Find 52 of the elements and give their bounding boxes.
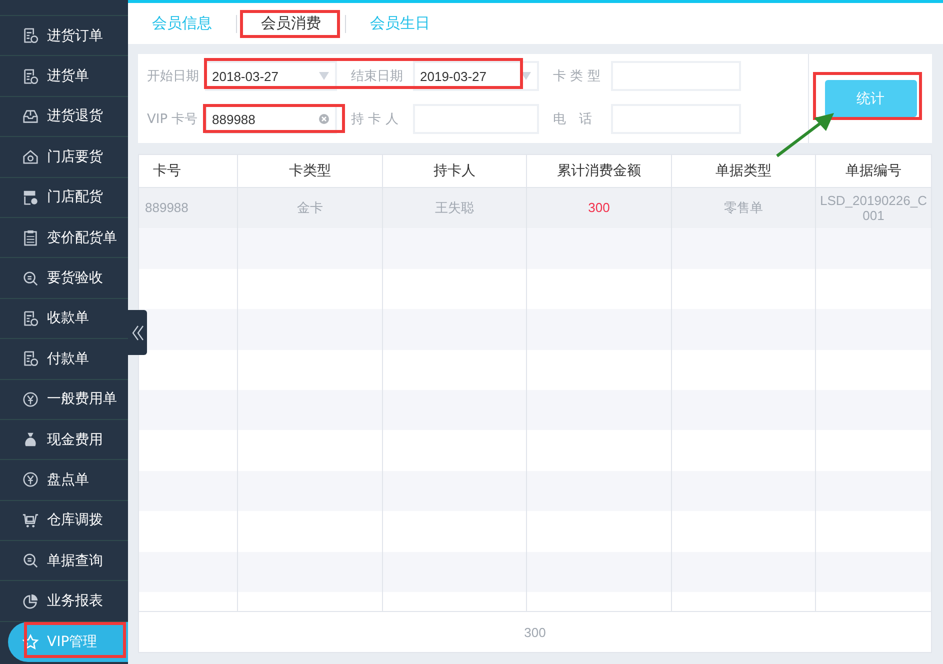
document-icon <box>22 68 39 85</box>
column-header: 卡类型 <box>238 155 383 187</box>
total-value: 300 <box>524 624 546 640</box>
sidebar-item[interactable]: 要货验收 <box>0 258 128 299</box>
input-field[interactable]: 889988 <box>205 104 337 134</box>
clipboard-icon <box>22 229 39 246</box>
dropdown-arrow-icon <box>521 71 531 81</box>
input-field[interactable]: 2018-03-27 <box>205 61 337 91</box>
sidebar-item[interactable]: 仓库调拨 <box>0 500 128 542</box>
money-bag-icon <box>22 431 39 448</box>
clear-icon[interactable] <box>319 114 329 124</box>
document-icon <box>22 350 39 368</box>
column-header: 单据编号 <box>844 162 902 181</box>
inbox-icon <box>22 108 39 125</box>
field-label: 结束日期 <box>351 68 404 85</box>
house-icon <box>22 148 39 166</box>
yen-coin-icon <box>22 471 39 488</box>
pie-chart-icon <box>22 592 39 610</box>
document-icon <box>22 310 39 327</box>
sidebar-item[interactable]: 业务报表 <box>0 581 128 622</box>
table-cell-text: LSD_20190226_C001 <box>819 192 928 226</box>
sidebar-item[interactable]: 进货退货 <box>0 96 128 138</box>
sidebar-item[interactable]: 单据查询 <box>0 541 128 582</box>
document-icon <box>22 27 39 44</box>
star-icon <box>22 634 39 651</box>
collapse-button[interactable] <box>128 310 147 355</box>
dropdown-arrow-icon <box>319 71 329 81</box>
input-field[interactable]: 2019-03-27 <box>413 61 539 91</box>
tab[interactable]: 会员消费 <box>249 14 333 33</box>
sidebar-item[interactable]: 付款单 <box>0 339 128 380</box>
shop-icon <box>22 188 39 206</box>
field-label: 卡 类 型 <box>553 68 602 85</box>
field-label: 开始日期 <box>147 68 200 85</box>
yen-coin-icon <box>22 390 39 408</box>
field-label: 持 卡 人 <box>351 111 400 128</box>
sidebar-item[interactable]: 一般费用单 <box>0 380 128 420</box>
sidebar-item[interactable]: 门店要货 <box>0 137 128 178</box>
sidebar-item[interactable]: 盘点单 <box>0 460 128 501</box>
column-header: 卡号 <box>139 155 238 187</box>
double-chevron-icon <box>132 324 144 340</box>
column-header: 累计消费金额 <box>527 155 672 187</box>
sidebar-item[interactable]: 进货单 <box>0 56 128 97</box>
sidebar-item[interactable]: 门店配货 <box>0 178 128 218</box>
search-icon <box>22 270 39 287</box>
cart-icon <box>22 512 39 529</box>
field-label: VIP 卡号 <box>147 111 199 128</box>
search-icon <box>22 552 39 570</box>
sidebar-item[interactable]: 变价配货单 <box>0 218 128 258</box>
column-header: 单据类型 <box>672 155 816 187</box>
column-header: 持卡人 <box>383 155 527 187</box>
sidebar-item[interactable]: 现金费用 <box>0 420 128 460</box>
field-label: 电 话 <box>553 111 593 128</box>
